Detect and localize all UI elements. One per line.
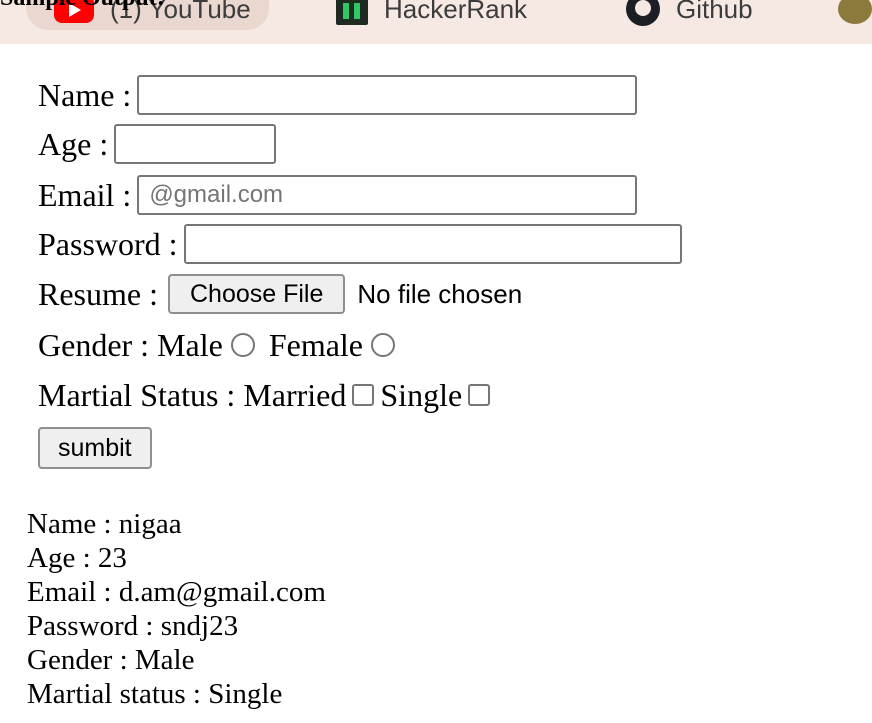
name-label: Name :: [38, 77, 132, 113]
resume-row: Resume : Choose File No file chosen: [38, 272, 522, 316]
output-line-password: Password : sndj23: [27, 610, 239, 642]
bookmark-favicon-icon: [838, 0, 872, 24]
marital-single-checkbox[interactable]: [468, 384, 491, 406]
bookmark-github[interactable]: Github: [626, 0, 753, 30]
bookmark-extra[interactable]: [838, 0, 872, 30]
gender-label: Gender :: [38, 327, 150, 363]
password-row: Password :: [38, 222, 682, 266]
email-input[interactable]: [137, 175, 638, 215]
output-line-email: Email : d.am@gmail.com: [27, 576, 326, 608]
marital-married-checkbox[interactable]: [352, 384, 375, 406]
age-row: Age :: [38, 122, 277, 166]
submit-row: sumbit: [38, 426, 152, 470]
bookmark-label: HackerRank: [384, 0, 528, 24]
gender-female-label: Female: [268, 327, 363, 363]
email-row: Email :: [38, 173, 638, 217]
github-icon: [626, 0, 660, 26]
gender-row: Gender : Male Female: [38, 323, 409, 367]
output-line-marital: Martial status : Single: [27, 678, 283, 710]
age-input[interactable]: [114, 124, 277, 164]
bookmark-hackerrank[interactable]: HackerRank: [336, 0, 527, 30]
marital-row: Martial Status : Married Single: [38, 373, 496, 417]
file-status: No file chosen: [357, 278, 523, 309]
age-label: Age :: [38, 126, 109, 162]
submitted-output: Name : nigaa Age : 23 Email : d.am@gmail…: [27, 507, 326, 711]
email-label: Email :: [38, 177, 132, 213]
choose-file-button[interactable]: Choose File: [167, 274, 346, 314]
marital-married-label: Married: [243, 377, 347, 413]
output-line-gender: Gender : Male: [27, 644, 195, 676]
name-row: Name :: [38, 73, 638, 117]
gender-male-label: Male: [157, 327, 223, 363]
password-input[interactable]: [183, 224, 682, 264]
hackerrank-icon: [336, 0, 368, 25]
marital-single-label: Single: [380, 377, 463, 413]
gender-female-radio[interactable]: [371, 333, 395, 357]
output-line-name: Name : nigaa: [27, 508, 182, 540]
sample-output-heading: Sample Output:: [0, 0, 165, 10]
bookmark-label: Github: [676, 0, 753, 24]
marital-label: Martial Status :: [38, 377, 236, 413]
resume-label: Resume :: [38, 276, 158, 312]
output-line-age: Age : 23: [27, 542, 127, 574]
password-label: Password :: [38, 226, 178, 262]
gender-male-radio[interactable]: [230, 333, 255, 357]
name-input[interactable]: [137, 75, 638, 115]
submit-button[interactable]: sumbit: [38, 427, 152, 469]
